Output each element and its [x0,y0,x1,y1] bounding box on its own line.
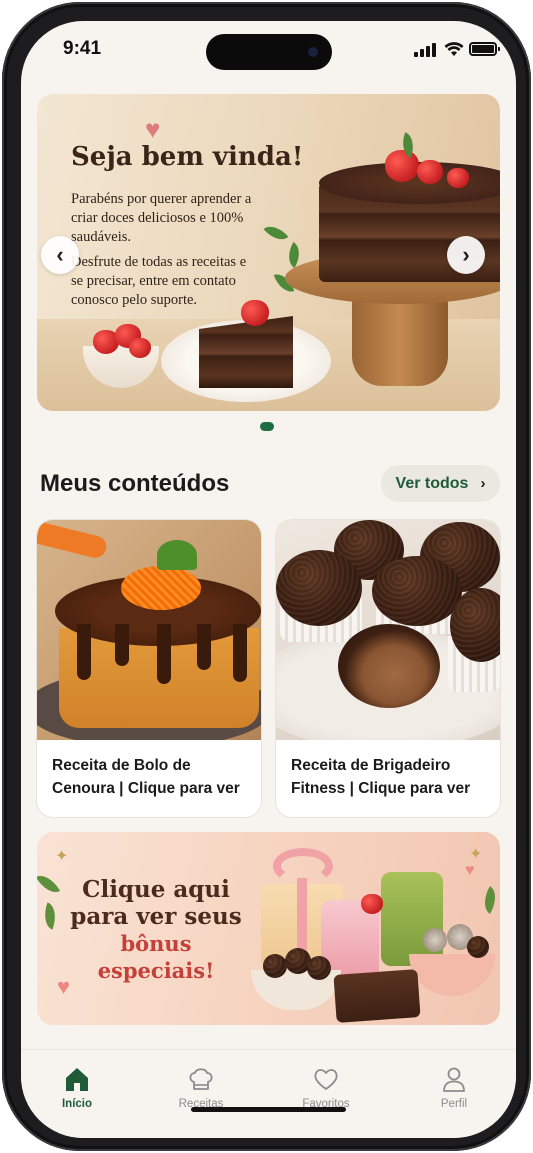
sparkle-icon: ✦ [469,846,483,863]
chocolate-drip [77,624,91,680]
strawberry-image [361,894,383,914]
card-title: Receita de Bolo de Cenoura | Clique para… [52,757,240,797]
section-title: Meus conteúdos [40,470,230,497]
carrot-cake-image [37,520,261,740]
wifi-icon [444,42,464,56]
tab-perfil[interactable]: Perfil [409,1064,499,1110]
bottom-tab-bar: Início Receitas Favoritos Perfil [21,1049,516,1138]
truffle-ball [263,954,287,978]
strawberry-image [385,150,419,182]
heart-icon [314,1069,338,1090]
see-all-button[interactable]: Ver todos › [381,465,500,502]
chevron-right-icon: › [480,475,486,492]
herb-garnish [157,540,197,570]
brigadeiro-ball [372,556,462,626]
leaf-decoration [37,870,61,898]
chef-hat-icon [189,1068,213,1090]
banner-paragraph-1: Parabéns por querer aprender a criar doc… [71,191,252,245]
tab-favoritos[interactable]: Favoritos [281,1064,371,1110]
banner-paragraph-2: Desfrute de todas as receitas e se preci… [71,254,247,308]
leaf-decoration [263,220,289,246]
bonus-line-1: Clique aqui [82,876,230,903]
banner-description: Parabéns por querer aprender a criar doc… [71,190,261,316]
status-bar: 9:41 [21,21,516,81]
chocolate-drip [197,624,211,670]
app-screen: 9:41 ♥ Seja bem vinda! Parabéns por quer… [21,21,516,1138]
content-card-carrot-cake[interactable]: Receita de Bolo de Cenoura | Clique para… [37,520,261,817]
strawberry-image [241,300,269,326]
sparkle-icon: ✦ [55,848,69,865]
leaf-decoration [477,886,500,914]
chocolate-drip [233,624,247,682]
heart-decoration-icon: ♥ [145,114,161,144]
brigadeiro-ball [276,550,362,626]
bonus-line-3: bônus especiais! [97,931,215,983]
gift-bow [273,848,333,884]
bonus-line-2: para ver seus [70,903,242,930]
carousel-prev-button[interactable]: ‹ [41,236,79,274]
coconut-truffle-bowl-image [409,954,495,996]
strawberry-image [417,160,443,184]
tab-receitas[interactable]: Receitas [156,1064,246,1110]
home-indicator[interactable] [191,1107,346,1112]
card-title: Receita de Brigadeiro Fitness | Clique p… [291,757,471,797]
grated-carrot-topping [121,566,201,610]
strawberry-image [129,338,151,358]
dynamic-island [206,34,332,70]
bonus-call-to-action: Clique aqui para ver seus bônus especiai… [65,876,247,984]
bonus-banner[interactable]: ✦ ✦ ✦ ♥ ♥ Clique aqui para ver seus bônu… [37,832,500,1025]
brigadeiro-image [276,520,500,740]
carousel-next-button[interactable]: › [447,236,485,274]
heart-decoration-icon: ♥ [465,862,475,879]
see-all-label: Ver todos [395,474,469,492]
coconut-truffle-ball [423,928,447,952]
truffle-ball [307,956,331,980]
user-icon [443,1067,465,1092]
camera-icon [308,47,318,57]
banner-title: Seja bem vinda! [71,142,304,172]
tab-label: Início [61,1098,93,1110]
tab-label: Perfil [440,1098,468,1110]
strawberry-image [447,168,469,188]
brigadeiro-cut-open [338,624,440,708]
phone-frame: 9:41 ♥ Seja bem vinda! Parabéns por quer… [2,2,531,1151]
brownie-image [333,969,421,1023]
status-time: 9:41 [63,38,102,59]
cake-stand [352,294,448,386]
carousel-page-indicator[interactable] [260,422,274,431]
content-card-brigadeiro[interactable]: Receita de Brigadeiro Fitness | Clique p… [276,520,500,817]
cellular-signal-icon [414,43,440,57]
leaf-decoration [39,902,61,930]
tab-inicio[interactable]: Início [32,1064,122,1110]
welcome-banner[interactable]: ♥ Seja bem vinda! Parabéns por querer ap… [37,94,500,411]
battery-icon [469,42,500,56]
home-icon [66,1068,88,1091]
coconut-truffle-ball [467,936,489,958]
chocolate-drip [115,624,129,666]
chocolate-drip [157,624,171,684]
